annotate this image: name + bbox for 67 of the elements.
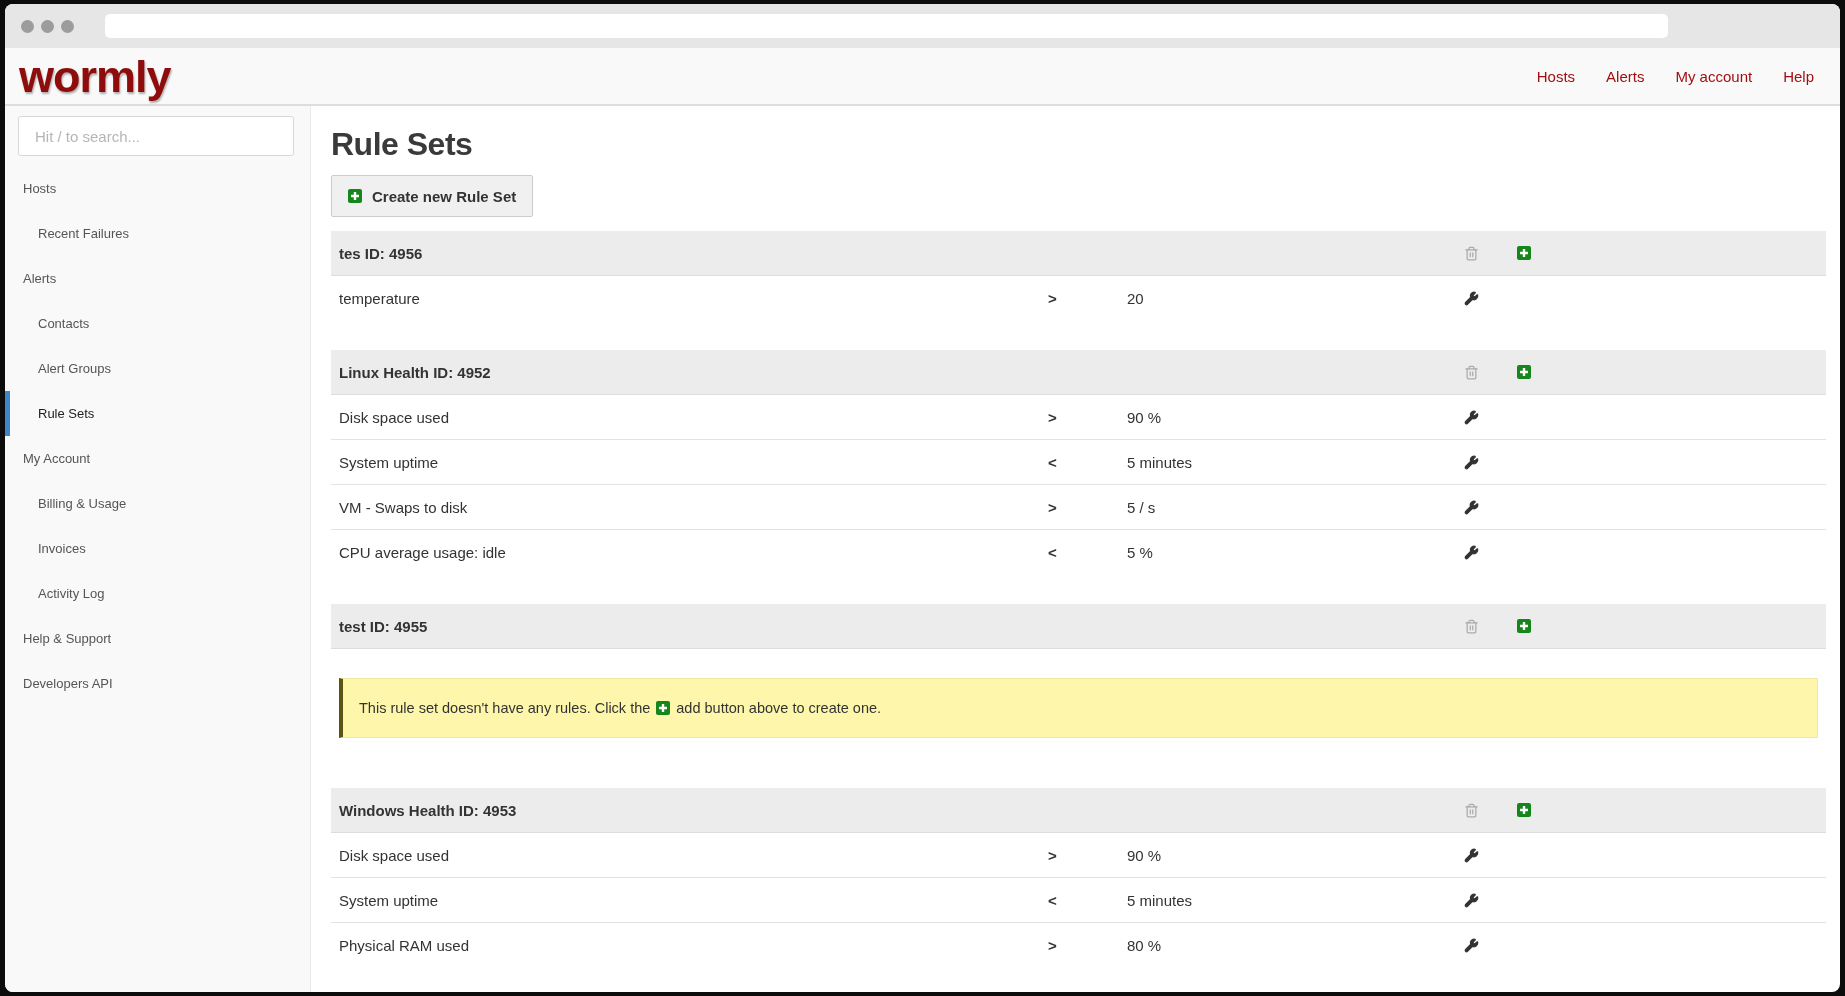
wrench-icon[interactable] bbox=[1464, 847, 1479, 863]
search-field[interactable]: Hit / to search... bbox=[18, 116, 294, 156]
wrench-icon[interactable] bbox=[1464, 454, 1479, 470]
metric-cell-text: Disk space used bbox=[339, 846, 451, 864]
metric-cell-text: VM - Swaps to disk bbox=[339, 498, 469, 516]
threshold-cell-text: 80 % bbox=[1127, 936, 1163, 954]
operator-cell-text: < bbox=[1048, 543, 1058, 561]
plus-square-icon[interactable] bbox=[1517, 803, 1531, 817]
operator-cell-text: > bbox=[1048, 408, 1058, 426]
metric-cell-text: System uptime bbox=[339, 453, 440, 471]
logo[interactable]: wormly bbox=[19, 53, 171, 99]
sidebar-item[interactable]: Hosts bbox=[5, 166, 310, 211]
nav-link[interactable]: Hosts bbox=[1536, 67, 1576, 85]
nav-link[interactable]: My account bbox=[1675, 67, 1753, 85]
operator-cell-text: > bbox=[1048, 936, 1058, 954]
nav-link[interactable]: Help bbox=[1783, 67, 1814, 85]
rule-set-title: test ID: 4955 bbox=[339, 617, 429, 635]
sidebar-item[interactable]: Alerts bbox=[5, 256, 310, 301]
plus-square-icon[interactable] bbox=[656, 701, 671, 715]
wrench-icon[interactable] bbox=[1464, 937, 1479, 953]
metric-cell-text: Disk space used bbox=[339, 408, 451, 426]
note-text: This rule set doesn't have any rules. Click the bbox=[359, 700, 651, 716]
plus-square-icon[interactable] bbox=[1517, 365, 1531, 379]
rule-set-title: Linux Health ID: 4952 bbox=[339, 363, 492, 381]
wrench-icon[interactable] bbox=[1464, 499, 1479, 515]
plus-square-icon[interactable] bbox=[1517, 246, 1531, 260]
window-dot[interactable] bbox=[41, 19, 54, 33]
metric-cell-text: System uptime bbox=[339, 891, 440, 909]
sidebar-item[interactable]: My Account bbox=[5, 436, 310, 481]
sidebar-item[interactable]: Activity Log bbox=[5, 571, 310, 616]
threshold-cell-text: 5 minutes bbox=[1127, 891, 1194, 909]
threshold-cell-text: 90 % bbox=[1127, 846, 1163, 864]
create-button[interactable]: Create new Rule Set bbox=[331, 175, 534, 217]
metric-cell-text: Physical RAM used bbox=[339, 936, 471, 954]
plus-square-icon[interactable] bbox=[348, 189, 362, 203]
rule-set-title: Windows Health ID: 4953 bbox=[339, 801, 518, 819]
operator-cell-text: > bbox=[1048, 846, 1058, 864]
sidebar-item[interactable]: Recent Failures bbox=[5, 211, 310, 256]
sidebar-item[interactable]: Contacts bbox=[5, 301, 310, 346]
operator-cell-text: > bbox=[1048, 289, 1058, 307]
operator-cell-text: < bbox=[1048, 453, 1058, 471]
nav-link[interactable]: Alerts bbox=[1606, 67, 1645, 85]
window-dot[interactable] bbox=[21, 19, 34, 33]
wrench-icon[interactable] bbox=[1464, 892, 1479, 908]
sidebar-item[interactable]: Billing & Usage bbox=[5, 481, 310, 526]
note-text: add button above to create one. bbox=[676, 700, 882, 716]
operator-cell-text: < bbox=[1048, 891, 1058, 909]
sidebar-item[interactable]: Invoices bbox=[5, 526, 310, 571]
rule-set-title: tes ID: 4956 bbox=[339, 244, 424, 262]
window-dot[interactable] bbox=[61, 19, 74, 33]
metric-cell-text: CPU average usage: idle bbox=[339, 543, 507, 561]
wrench-icon[interactable] bbox=[1464, 544, 1479, 560]
sidebar-item[interactable]: Alert Groups bbox=[5, 346, 310, 391]
threshold-cell-text: 5 minutes bbox=[1127, 453, 1194, 471]
wrench-icon[interactable] bbox=[1464, 409, 1479, 425]
operator-cell-text: > bbox=[1048, 498, 1058, 516]
threshold-cell-text: 5 % bbox=[1127, 543, 1154, 561]
metric-cell-text: temperature bbox=[339, 289, 421, 307]
threshold-cell-text: 20 bbox=[1127, 289, 1145, 307]
sidebar-item[interactable]: Developers API bbox=[5, 661, 310, 706]
plus-square-icon[interactable] bbox=[1517, 619, 1531, 633]
threshold-cell-text: 5 / s bbox=[1127, 498, 1157, 516]
wrench-icon[interactable] bbox=[1464, 290, 1479, 306]
threshold-cell-text: 90 % bbox=[1127, 408, 1163, 426]
page-title: Rule Sets bbox=[331, 126, 474, 163]
sidebar-item[interactable]: Rule Sets bbox=[5, 391, 310, 436]
sidebar-item[interactable]: Help & Support bbox=[5, 616, 310, 661]
